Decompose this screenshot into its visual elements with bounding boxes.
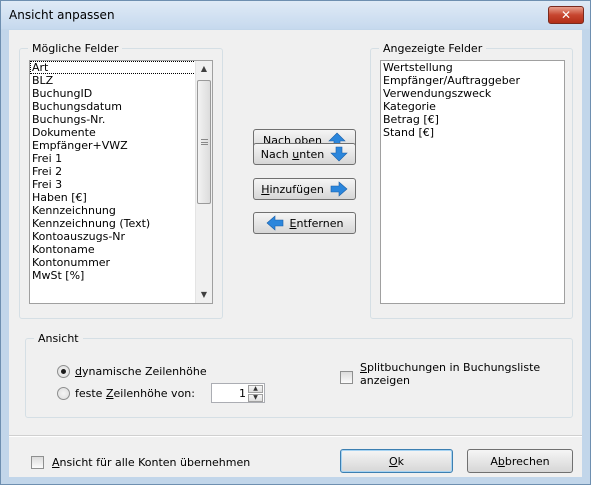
- list-item[interactable]: Haben [€]: [30, 191, 212, 204]
- scroll-down-arrow-icon[interactable]: ▼: [196, 287, 212, 303]
- list-item[interactable]: Frei 3: [30, 178, 212, 191]
- dynamic-row-height-radio[interactable]: [57, 365, 70, 378]
- add-label: Hinzufügen: [261, 182, 324, 196]
- spin-up-icon[interactable]: ▲: [248, 385, 263, 393]
- close-button[interactable]: ✕: [548, 6, 584, 24]
- displayed-fields-items: Wertstellung Empfänger/Auftraggeber Verwen…: [381, 61, 564, 139]
- view-legend: Ansicht: [38, 332, 79, 345]
- list-item[interactable]: Art: [30, 61, 212, 74]
- split-bookings-label-line2: anzeigen: [360, 374, 411, 387]
- list-item[interactable]: Wertstellung: [381, 61, 564, 74]
- row-height-value: 1: [239, 387, 246, 400]
- window-title: Ansicht anpassen: [9, 8, 115, 22]
- scroll-up-arrow-icon[interactable]: ▲: [196, 61, 212, 77]
- apply-all-accounts-checkbox[interactable]: [31, 456, 44, 469]
- remove-label: Entfernen: [289, 216, 344, 230]
- list-item[interactable]: Kategorie: [381, 100, 564, 113]
- list-item[interactable]: Kennzeichnung: [30, 204, 212, 217]
- list-item[interactable]: Betrag [€]: [381, 113, 564, 126]
- arrow-left-icon: [266, 215, 283, 231]
- fixed-row-height-radio[interactable]: [57, 387, 70, 400]
- list-item[interactable]: Kontoauszugs-Nr: [30, 230, 212, 243]
- arrow-down-icon: [330, 146, 348, 162]
- list-item[interactable]: BuchungID: [30, 87, 212, 100]
- available-fields-scrollbar[interactable]: ▲ ▼: [195, 61, 212, 303]
- available-fields-items: Art BLZ BuchungID Buchungsdatum Buchungs-Nr.…: [30, 61, 212, 282]
- scroll-thumb[interactable]: [197, 80, 211, 204]
- available-fields-legend: Mögliche Felder: [32, 42, 119, 55]
- add-button[interactable]: Hinzufügen: [253, 178, 356, 200]
- spin-down-icon[interactable]: ▼: [248, 394, 263, 402]
- list-item[interactable]: Buchungsdatum: [30, 100, 212, 113]
- move-down-button[interactable]: Nach unten: [253, 143, 356, 165]
- row-height-spinner[interactable]: 1 ▲ ▼: [211, 383, 265, 403]
- list-item[interactable]: Kontoname: [30, 243, 212, 256]
- list-item[interactable]: Empfänger/Auftraggeber: [381, 74, 564, 87]
- list-item[interactable]: Kennzeichnung (Text): [30, 217, 212, 230]
- remove-button[interactable]: Entfernen: [253, 212, 356, 234]
- arrow-right-icon: [330, 181, 348, 197]
- grip-icon: [201, 139, 208, 145]
- available-fields-listbox[interactable]: Art BLZ BuchungID Buchungsdatum Buchungs-Nr.…: [29, 60, 213, 304]
- list-item[interactable]: BLZ: [30, 74, 212, 87]
- cancel-label: Abbrechen: [490, 454, 550, 468]
- customize-view-dialog: Ansicht anpassen ✕ Mögliche Felder Art BL…: [0, 0, 591, 485]
- list-item[interactable]: Frei 2: [30, 165, 212, 178]
- dialog-client-area: Mögliche Felder Art BLZ BuchungID Buchungsd…: [9, 30, 582, 477]
- list-item[interactable]: Buchungs-Nr.: [30, 113, 212, 126]
- list-item[interactable]: Dokumente: [30, 126, 212, 139]
- split-bookings-checkbox[interactable]: [340, 371, 353, 384]
- list-item[interactable]: Kontonummer: [30, 256, 212, 269]
- close-icon: ✕: [560, 8, 572, 22]
- list-item[interactable]: Empfänger+VWZ: [30, 139, 212, 152]
- list-item[interactable]: Frei 1: [30, 152, 212, 165]
- ok-button[interactable]: Ok: [340, 449, 453, 473]
- title-bar: Ansicht anpassen ✕: [1, 1, 590, 29]
- displayed-fields-listbox[interactable]: Wertstellung Empfänger/Auftraggeber Verwen…: [380, 60, 565, 304]
- list-item[interactable]: MwSt [%]: [30, 269, 212, 282]
- list-item[interactable]: Stand [€]: [381, 126, 564, 139]
- apply-all-accounts-label: Ansicht für alle Konten übernehmen: [52, 456, 251, 469]
- split-bookings-label-line1: Splitbuchungen in Buchungsliste: [360, 361, 541, 374]
- displayed-fields-legend: Angezeigte Felder: [383, 42, 483, 55]
- list-item[interactable]: Verwendungszweck: [381, 87, 564, 100]
- dynamic-row-height-label: dynamische Zeilenhöhe: [75, 365, 207, 378]
- move-down-label: Nach unten: [260, 147, 325, 161]
- fixed-row-height-label: feste Zeilenhöhe von:: [75, 387, 195, 400]
- footer-separator: [9, 435, 582, 437]
- ok-label: Ok: [388, 454, 405, 468]
- cancel-button[interactable]: Abbrechen: [467, 449, 573, 473]
